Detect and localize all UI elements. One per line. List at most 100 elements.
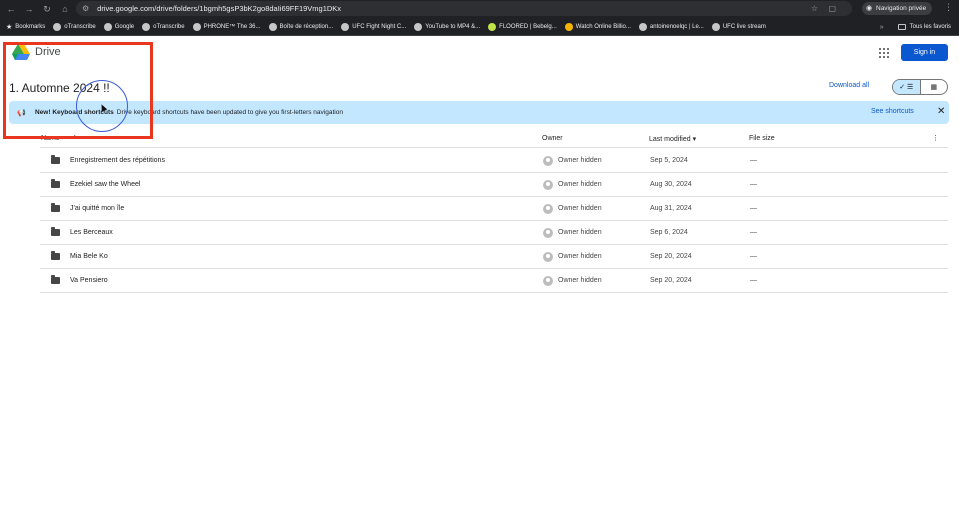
- google-favicon-icon: [103, 22, 112, 31]
- google-drive-logo-icon[interactable]: [12, 44, 30, 60]
- keyboard-shortcuts-banner: 📢 New! Keyboard shortcuts Drive keyboard…: [9, 101, 949, 124]
- address-bar[interactable]: ⚙ drive.google.com/drive/folders/1bgmh5g…: [76, 1, 852, 16]
- table-row[interactable]: J'ai quitté mon île Owner hidden Aug 31,…: [40, 197, 948, 221]
- megaphone-icon: 📢: [17, 109, 26, 117]
- shared-folder-icon: [51, 227, 60, 236]
- bookmark-label: oTranscribe: [64, 23, 96, 30]
- owner: Owner hidden: [558, 205, 602, 212]
- private-mode-badge[interactable]: ◉ Navigation privée: [862, 2, 933, 15]
- file-size: —: [750, 181, 757, 188]
- sort-arrow-icon[interactable]: ↑: [73, 134, 77, 141]
- owner: Owner hidden: [558, 157, 602, 164]
- last-modified: Sep 5, 2024: [650, 157, 688, 164]
- bookmark-label: oTranscribe: [153, 23, 185, 30]
- incognito-icon: ◉: [866, 5, 873, 12]
- folder-name: Les Berceaux: [70, 229, 113, 236]
- favicon-icon: [268, 22, 277, 31]
- table-row[interactable]: Enregistrement des répétitions Owner hid…: [40, 149, 948, 173]
- file-size: —: [750, 157, 757, 164]
- check-icon: ✓: [899, 84, 906, 91]
- list-view-button[interactable]: ✓ ☰: [893, 80, 921, 94]
- avatar: [543, 252, 553, 262]
- close-icon[interactable]: ✕: [937, 106, 945, 117]
- grid-view-button[interactable]: ▦: [921, 80, 948, 94]
- shared-folder-icon: [51, 203, 60, 212]
- column-header-name[interactable]: Name: [41, 135, 60, 142]
- file-size: —: [750, 229, 757, 236]
- more-options-icon[interactable]: ⋮: [932, 134, 939, 142]
- bookmark-label: YouTube to MP4 &...: [425, 23, 481, 30]
- bookmark-label: Watch Online Billio...: [575, 23, 631, 30]
- bookmark-item[interactable]: FLOORED | Bebelg...: [488, 22, 557, 31]
- favicon-icon: [192, 22, 201, 31]
- sign-in-button[interactable]: Sign in: [901, 44, 948, 61]
- avatar: [543, 276, 553, 286]
- favicon-icon: [142, 22, 151, 31]
- bookmark-item[interactable]: YouTube to MP4 &...: [414, 22, 481, 31]
- column-header-last-modified[interactable]: Last modified ▾: [649, 135, 696, 143]
- shared-folder-icon: [51, 251, 60, 260]
- bookmark-item[interactable]: UFC Fight Night C...: [341, 22, 406, 31]
- browser-menu-icon[interactable]: ⋮: [944, 2, 953, 13]
- download-all-button[interactable]: Download all: [829, 82, 869, 89]
- table-row[interactable]: Va Pensiero Owner hidden Sep 20, 2024 —: [40, 269, 948, 293]
- shared-folder-icon: [51, 275, 60, 284]
- see-shortcuts-button[interactable]: See shortcuts: [871, 108, 914, 115]
- owner: Owner hidden: [558, 229, 602, 236]
- owner: Owner hidden: [558, 253, 602, 260]
- chevron-right-icon[interactable]: »: [880, 24, 884, 31]
- bookmark-item[interactable]: oTranscribe: [53, 22, 96, 31]
- table-header: Name ↑ Owner Last modified ▾ File size ⋮: [40, 132, 948, 148]
- folder-icon: [897, 24, 906, 30]
- private-mode-label: Navigation privée: [876, 5, 927, 12]
- view-toggle: ✓ ☰ ▦: [892, 79, 948, 95]
- bookmark-item[interactable]: Boîte de réception...: [268, 22, 334, 31]
- bookmark-star-icon[interactable]: ☆: [811, 4, 818, 13]
- site-info-icon[interactable]: ⚙: [82, 4, 89, 13]
- file-size: —: [750, 253, 757, 260]
- owner: Owner hidden: [558, 277, 602, 284]
- table-row[interactable]: Mia Bele Ko Owner hidden Sep 20, 2024 —: [40, 245, 948, 269]
- reload-icon[interactable]: ↻: [40, 2, 54, 16]
- folder-name: Va Pensiero: [70, 277, 108, 284]
- bookmark-label: Google: [114, 23, 135, 30]
- last-modified: Sep 20, 2024: [650, 253, 692, 260]
- forward-icon[interactable]: →: [22, 2, 36, 16]
- last-modified: Sep 6, 2024: [650, 229, 688, 236]
- bookmark-item[interactable]: oTranscribe: [142, 22, 185, 31]
- star-icon: ★: [6, 23, 13, 31]
- bookmark-label: Boîte de réception...: [279, 23, 334, 30]
- favicon-icon: [53, 22, 62, 31]
- last-modified-label: Last modified: [649, 136, 691, 143]
- favicon-icon: [488, 22, 497, 31]
- table-row[interactable]: Ezekiel saw the Wheel Owner hidden Aug 3…: [40, 173, 948, 197]
- back-icon[interactable]: ←: [4, 2, 18, 16]
- bookmark-item[interactable]: PHRONE™ The 36...: [192, 22, 261, 31]
- favicon-icon: [341, 22, 350, 31]
- last-modified: Aug 30, 2024: [650, 181, 692, 188]
- google-apps-icon[interactable]: [879, 48, 889, 58]
- avatar: [543, 180, 553, 190]
- favicon-icon: [564, 22, 573, 31]
- home-icon[interactable]: ⌂: [58, 2, 72, 16]
- column-header-owner: Owner: [542, 135, 563, 142]
- favicon-icon: [638, 22, 647, 31]
- bookmark-item[interactable]: Watch Online Billio...: [564, 22, 631, 31]
- bookmark-item[interactable]: Google: [103, 22, 135, 31]
- bookmark-label: antoinenoelqc | Le...: [649, 23, 704, 30]
- file-size: —: [750, 277, 757, 284]
- caret-down-icon: ▾: [692, 136, 697, 143]
- bookmark-item[interactable]: ★ Bookmarks: [6, 23, 45, 31]
- all-bookmarks-link[interactable]: Tous les favoris: [910, 24, 951, 30]
- folder-name: Mia Bele Ko: [70, 253, 108, 260]
- bookmark-label: PHRONE™ The 36...: [203, 23, 261, 30]
- bookmark-item[interactable]: UFC live stream: [711, 22, 766, 31]
- last-modified: Aug 31, 2024: [650, 205, 692, 212]
- bookmarks-bar: ★ Bookmarks oTranscribe Google oTranscrib…: [0, 18, 959, 36]
- folder-name: Enregistrement des répétitions: [70, 157, 165, 164]
- bookmark-item[interactable]: antoinenoelqc | Le...: [638, 22, 704, 31]
- extensions-icon[interactable]: ▢: [828, 4, 836, 13]
- file-size: —: [750, 205, 757, 212]
- table-row[interactable]: Les Berceaux Owner hidden Sep 6, 2024 —: [40, 221, 948, 245]
- folder-name: Ezekiel saw the Wheel: [70, 181, 141, 188]
